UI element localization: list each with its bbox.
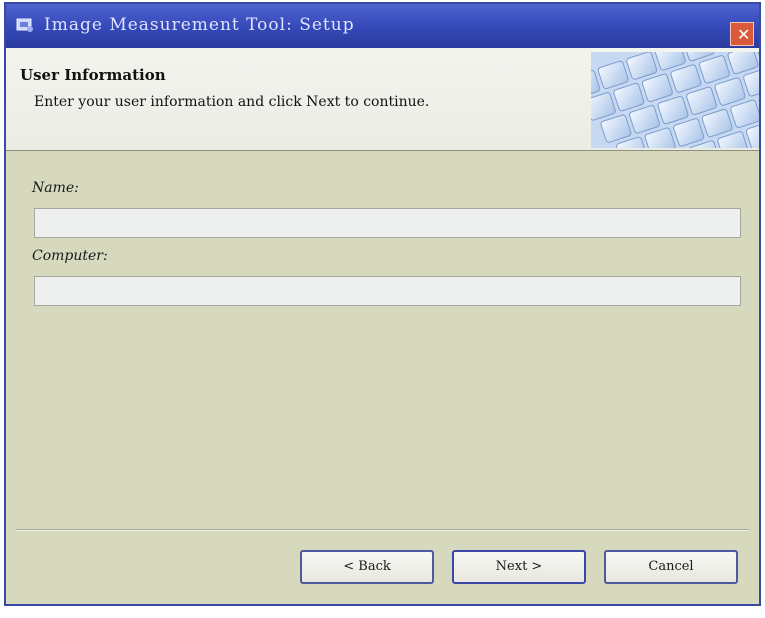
name-input[interactable] [34,208,741,238]
page-subtitle: Enter your user information and click Ne… [34,94,430,110]
keyboard-keys-graphic [591,52,759,148]
next-button[interactable]: Next > [452,550,586,584]
close-icon: ✕ [737,25,751,44]
footer-divider [16,529,749,531]
computer-label: Computer: [32,248,108,264]
page-title: User Information [20,66,166,84]
title-bar[interactable]: Image Measurement Tool: Setup ✕ [6,4,759,48]
close-button[interactable]: ✕ [730,22,754,46]
window-title: Image Measurement Tool: Setup [44,15,355,35]
cancel-button[interactable]: Cancel [604,550,738,584]
setup-app-icon [16,16,34,34]
header-banner: User Information Enter your user informa… [6,48,759,151]
name-label: Name: [32,180,79,196]
back-button[interactable]: < Back [300,550,434,584]
setup-dialog-window: Image Measurement Tool: Setup ✕ User Inf… [4,2,761,606]
computer-input[interactable] [34,276,741,306]
